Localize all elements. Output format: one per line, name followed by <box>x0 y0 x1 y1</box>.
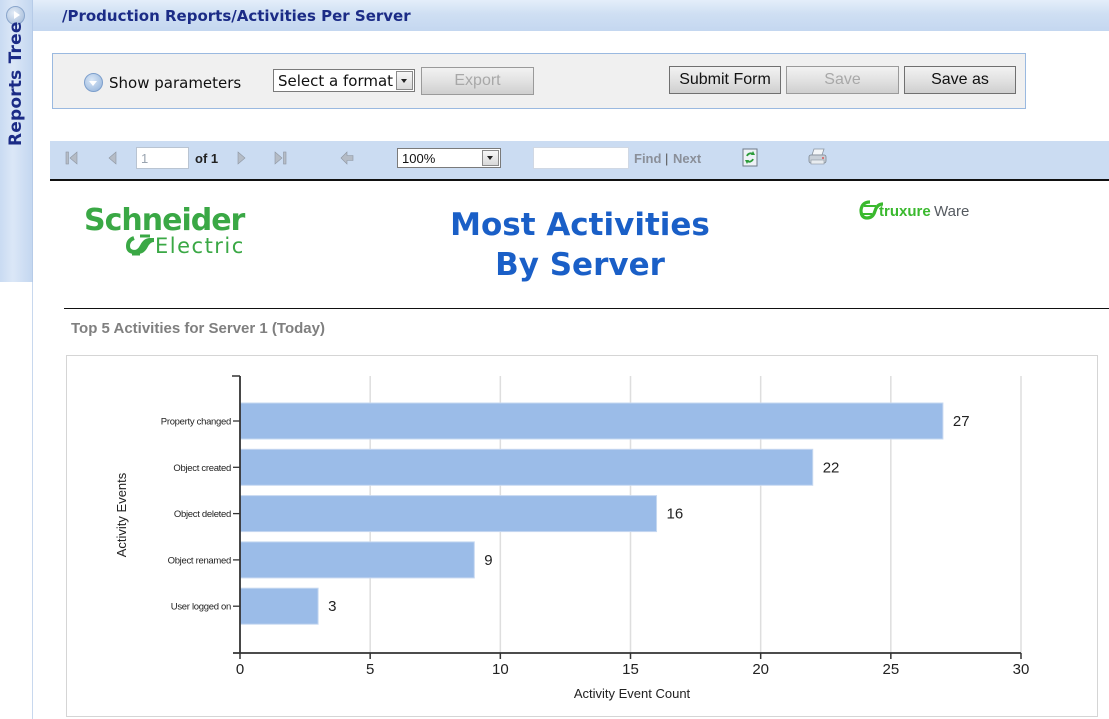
x-tick-label: 10 <box>492 661 509 678</box>
x-tick-label: 0 <box>236 661 244 678</box>
y-category-label: User logged on <box>171 602 231 613</box>
bar-data-label: 3 <box>328 598 336 615</box>
y-category-label: Property changed <box>161 417 231 428</box>
x-tick-label: 25 <box>882 661 899 678</box>
y-category-label: Object created <box>173 463 231 474</box>
bar-data-label: 27 <box>953 413 970 430</box>
bar-chart: 27 22 16 9 3 0 5 10 15 20 25 30 Property changed Obj… <box>114 375 1030 701</box>
bar-data-label: 22 <box>823 459 840 476</box>
x-tick-label: 15 <box>622 661 639 678</box>
bar <box>239 495 658 533</box>
x-tick-label: 5 <box>366 661 374 678</box>
x-tick-label: 20 <box>752 661 769 678</box>
bar-data-label: 9 <box>484 552 492 569</box>
y-axis-title: Activity Events <box>114 472 129 557</box>
bar <box>239 402 944 440</box>
bars: 27 22 16 9 3 <box>239 402 970 625</box>
x-tick-label: 30 <box>1013 661 1030 678</box>
bar-data-label: 16 <box>667 506 684 523</box>
x-axis-title: Activity Event Count <box>574 686 691 701</box>
bar <box>239 448 814 486</box>
bar <box>239 541 475 579</box>
y-category-label: Object deleted <box>174 509 231 520</box>
bar <box>239 587 319 625</box>
y-category-label: Object renamed <box>168 555 231 566</box>
